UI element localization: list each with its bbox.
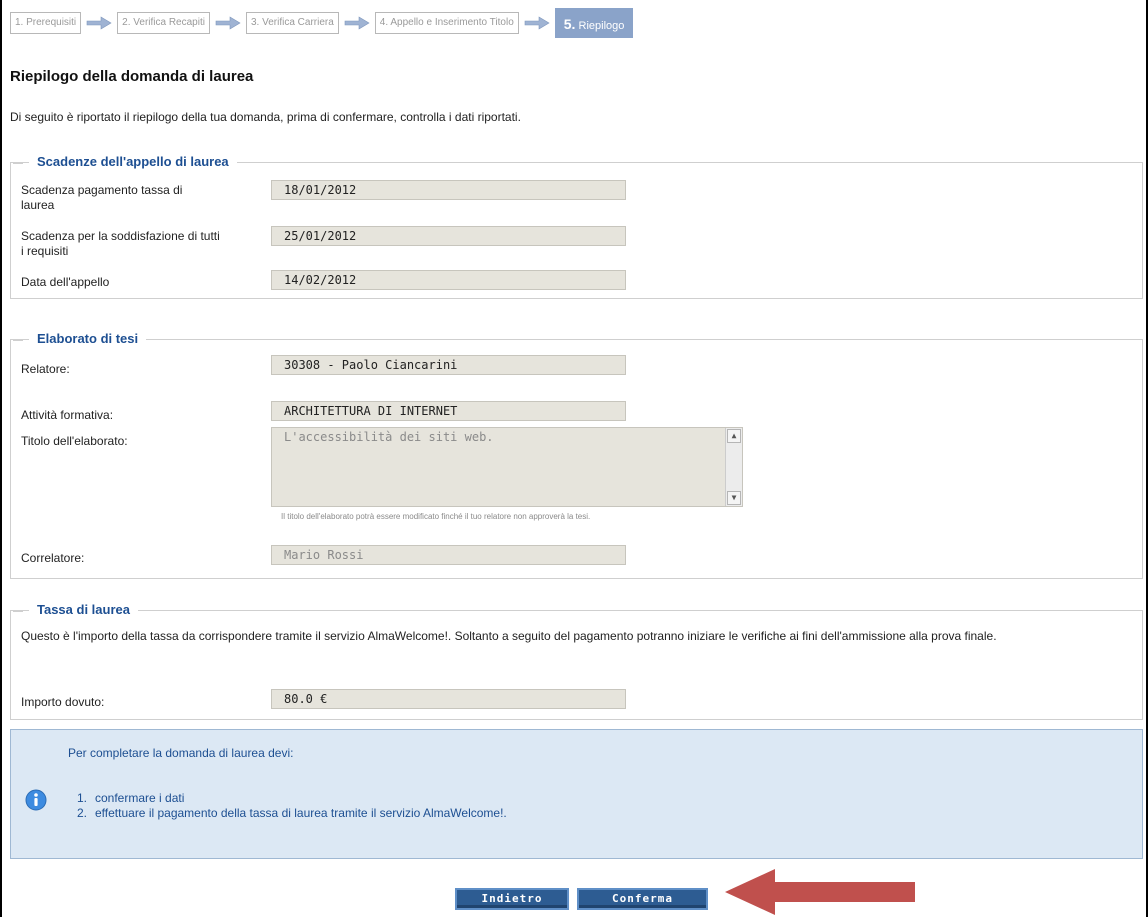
titolo-textarea[interactable]: L'accessibilità dei siti web. ▲ ▼ — [271, 427, 743, 507]
active-step-number: 5. — [563, 16, 576, 32]
scroll-up-icon[interactable]: ▲ — [727, 429, 741, 443]
wizard-step-4[interactable]: 4. Appello e Inserimento Titolo — [374, 12, 519, 34]
list-item-text: confermare i dati — [95, 791, 185, 805]
correlatore-label: Correlatore: — [21, 551, 85, 565]
relatore-label: Relatore: — [21, 362, 70, 376]
list-item-text: effettuare il pagamento della tassa di l… — [95, 806, 507, 820]
correlatore-value: Mario Rossi — [271, 545, 626, 565]
wizard-steps: 1. Prerequisiti 2. Verifica Recapiti 3. … — [10, 8, 634, 38]
relatore-value: 30308 - Paolo Ciancarini — [271, 355, 626, 375]
scadenza-pagamento-value: 18/01/2012 — [271, 180, 626, 200]
active-step-label: Riepilogo — [578, 20, 625, 32]
arrow-right-icon — [522, 12, 552, 34]
importo-label: Importo dovuto: — [21, 695, 105, 709]
tassa-legend: Tassa di laurea — [13, 602, 138, 617]
scadenza-pagamento-label: Scadenza pagamento tassa di laurea — [21, 183, 183, 212]
annotation-arrow-icon — [725, 869, 915, 915]
scroll-down-icon[interactable]: ▼ — [727, 491, 741, 505]
attivita-label: Attività formativa: — [21, 408, 114, 422]
scadenze-legend: Scadenze dell'appello di laurea — [13, 154, 237, 169]
titolo-hint: Il titolo dell'elaborato potrà essere mo… — [281, 512, 591, 521]
titolo-label: Titolo dell'elaborato: — [21, 434, 128, 448]
info-icon — [25, 789, 47, 811]
list-item: 1. confermare i dati — [77, 791, 507, 806]
scadenza-requisiti-label: Scadenza per la soddisfazione di tutti i… — [21, 229, 220, 258]
textarea-scrollbar[interactable]: ▲ ▼ — [725, 428, 742, 506]
scadenza-requisiti-value: 25/01/2012 — [271, 226, 626, 246]
list-item-number: 2. — [77, 806, 88, 820]
info-list: 1. confermare i dati 2. effettuare il paga… — [77, 791, 507, 821]
data-appello-value: 14/02/2012 — [271, 270, 626, 290]
list-item: 2. effettuare il pagamento della tassa di… — [77, 806, 507, 821]
tassa-fieldset: Tassa di laurea Questo è l'importo della… — [10, 602, 1143, 720]
wizard-step-1[interactable]: 1. Prerequisiti — [10, 12, 82, 34]
attivita-value: ARCHITETTURA DI INTERNET — [271, 401, 626, 421]
list-item-number: 1. — [77, 791, 88, 805]
data-appello-label: Data dell'appello — [21, 275, 110, 289]
wizard-step-3[interactable]: 3. Verifica Carriera — [245, 12, 339, 34]
back-button[interactable]: Indietro — [455, 888, 569, 910]
arrow-right-icon — [84, 12, 114, 34]
info-box: Per completare la domanda di laurea devi… — [10, 729, 1143, 859]
info-title: Per completare la domanda di laurea devi… — [68, 746, 294, 760]
scadenze-fieldset: Scadenze dell'appello di laurea Scadenza… — [10, 154, 1143, 299]
page-title: Riepilogo della domanda di laurea — [10, 68, 254, 85]
titolo-value: L'accessibilità dei siti web. — [284, 430, 494, 444]
importo-value: 80.0 € — [271, 689, 626, 709]
confirm-button[interactable]: Conferma — [577, 888, 708, 910]
tassa-description: Questo è l'importo della tassa da corris… — [21, 629, 997, 643]
wizard-step-5-active: 5. Riepilogo — [554, 8, 634, 38]
arrow-right-icon — [213, 12, 243, 34]
tesi-legend: Elaborato di tesi — [12, 331, 147, 346]
wizard-step-2[interactable]: 2. Verifica Recapiti — [117, 12, 210, 34]
tesi-fieldset: Elaborato di tesi Relatore: 30308 - Paol… — [10, 331, 1143, 579]
arrow-right-icon — [342, 12, 372, 34]
intro-text: Di seguito è riportato il riepilogo dell… — [10, 110, 521, 124]
